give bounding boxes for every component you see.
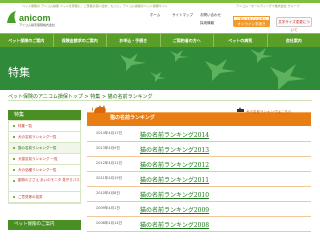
dog-silhouette-icon [237, 107, 244, 112]
ranking-link[interactable]: 猫の名前ランキング2014 [140, 130, 209, 139]
nav-item-claims[interactable]: 保険金請求のご案内 [54, 34, 107, 47]
font-size-button[interactable]: 文字サイズ変更について [276, 17, 312, 32]
header-tagline: ペット保険の アニコム損保 ペットを家族に、ご家族の思い出を、もっと。アニコム損… [22, 4, 168, 8]
sidebar-item-pet-ranking[interactable]: 犬猫名前ランキング 一覧 [9, 154, 80, 165]
nav-item-pet-disease[interactable]: ペットの病気 [214, 34, 268, 47]
birds-illustration-icon [120, 48, 306, 90]
logo-subtitle: アニコム損害保険株式会社 [19, 23, 55, 27]
page-title: 特集 [8, 66, 30, 79]
logo-brand[interactable]: anicom [19, 13, 51, 23]
anicom-logo-icon[interactable] [6, 10, 17, 24]
contact-link[interactable]: お問い合わせ [200, 13, 221, 18]
sitemap-link[interactable]: サイトマップ [172, 13, 193, 18]
global-nav: ペット保険のご案内 保険金請求のご案内 お申込・手続き ご契約者の方へ ペットの… [0, 33, 320, 48]
ranking-date: 2013年4月9日 [96, 146, 120, 150]
top-accent-line [0, 0, 320, 3]
sidebar-item-cat-ranking[interactable]: 猫の名前ランキング一覧 [9, 143, 80, 154]
ranking-link[interactable]: 猫の名前ランキング2012 [140, 160, 209, 169]
sidebar-item-monitor[interactable]: 動物のささえ あいのモニタ 見守りパネル [9, 176, 80, 192]
ranking-date: 2014年4月17日 [96, 131, 123, 135]
nav-item-apply[interactable]: お申込・手続き [107, 34, 161, 47]
sidebar-heading-insurance: ペット保険のご案内 [8, 220, 81, 230]
sidebar-menu: 特集一覧 犬の名前ランキング一覧 猫の名前ランキング一覧 犬猫名前ランキング 一… [8, 120, 81, 204]
sidebar-heading: 特集 [8, 110, 81, 120]
home-link[interactable]: ホーム [150, 13, 160, 18]
cat-silhouette-icon [92, 105, 106, 113]
sidebar-item-feature-list[interactable]: 特集一覧 [9, 121, 80, 132]
ranking-link[interactable]: 猫の名前ランキング2013 [140, 145, 209, 154]
ranking-date: 2010年4月8日 [96, 191, 120, 195]
group-tagline: アニコム・ホールディングス株式会社 グループ [236, 4, 300, 8]
ranking-date: 2008年4月14日 [96, 221, 123, 225]
breadcrumb-divider [8, 100, 312, 101]
sidebar-item-dog-ranking[interactable]: 犬の名前ランキング一覧 [9, 132, 80, 143]
ranking-date: 2011年4月19日 [96, 176, 123, 180]
sidebar-item-breed-ranking[interactable]: 犬の品種ランキング一覧 [9, 165, 80, 176]
ranking-link[interactable]: 猫の名前ランキング2010 [140, 190, 209, 199]
ranking-header-title: 猫の名前ランキング [110, 115, 155, 121]
nav-item-members[interactable]: ご契約者の方へ [161, 34, 214, 47]
recruit-link[interactable]: 採用情報 [200, 21, 214, 26]
nav-item-company[interactable]: 会社案内 [268, 34, 320, 47]
breadcrumb[interactable]: ペット保険のアニコム損保トップ > 特集 > 猫の名前ランキング [8, 93, 153, 100]
hero-banner [0, 47, 320, 90]
dog-ranking-link[interactable]: 犬の名前ランキングはこちら [246, 110, 291, 115]
ranking-date: 2012年4月11日 [96, 161, 123, 165]
nav-item-pet-insurance[interactable]: ペット保険のご案内 [0, 34, 54, 47]
ranking-link[interactable]: 猫の名前ランキング2008 [140, 220, 209, 229]
ranking-date: 2009年4月1日 [96, 206, 120, 210]
badge-bottom-label: オンライン手続き [237, 22, 266, 26]
sidebar-item-feedback[interactable]: ご意見等の投書 [9, 192, 80, 203]
ranking-link[interactable]: 猫の名前ランキング2011 [140, 175, 209, 184]
ranking-link[interactable]: 猫の名前ランキング2009 [140, 205, 209, 214]
